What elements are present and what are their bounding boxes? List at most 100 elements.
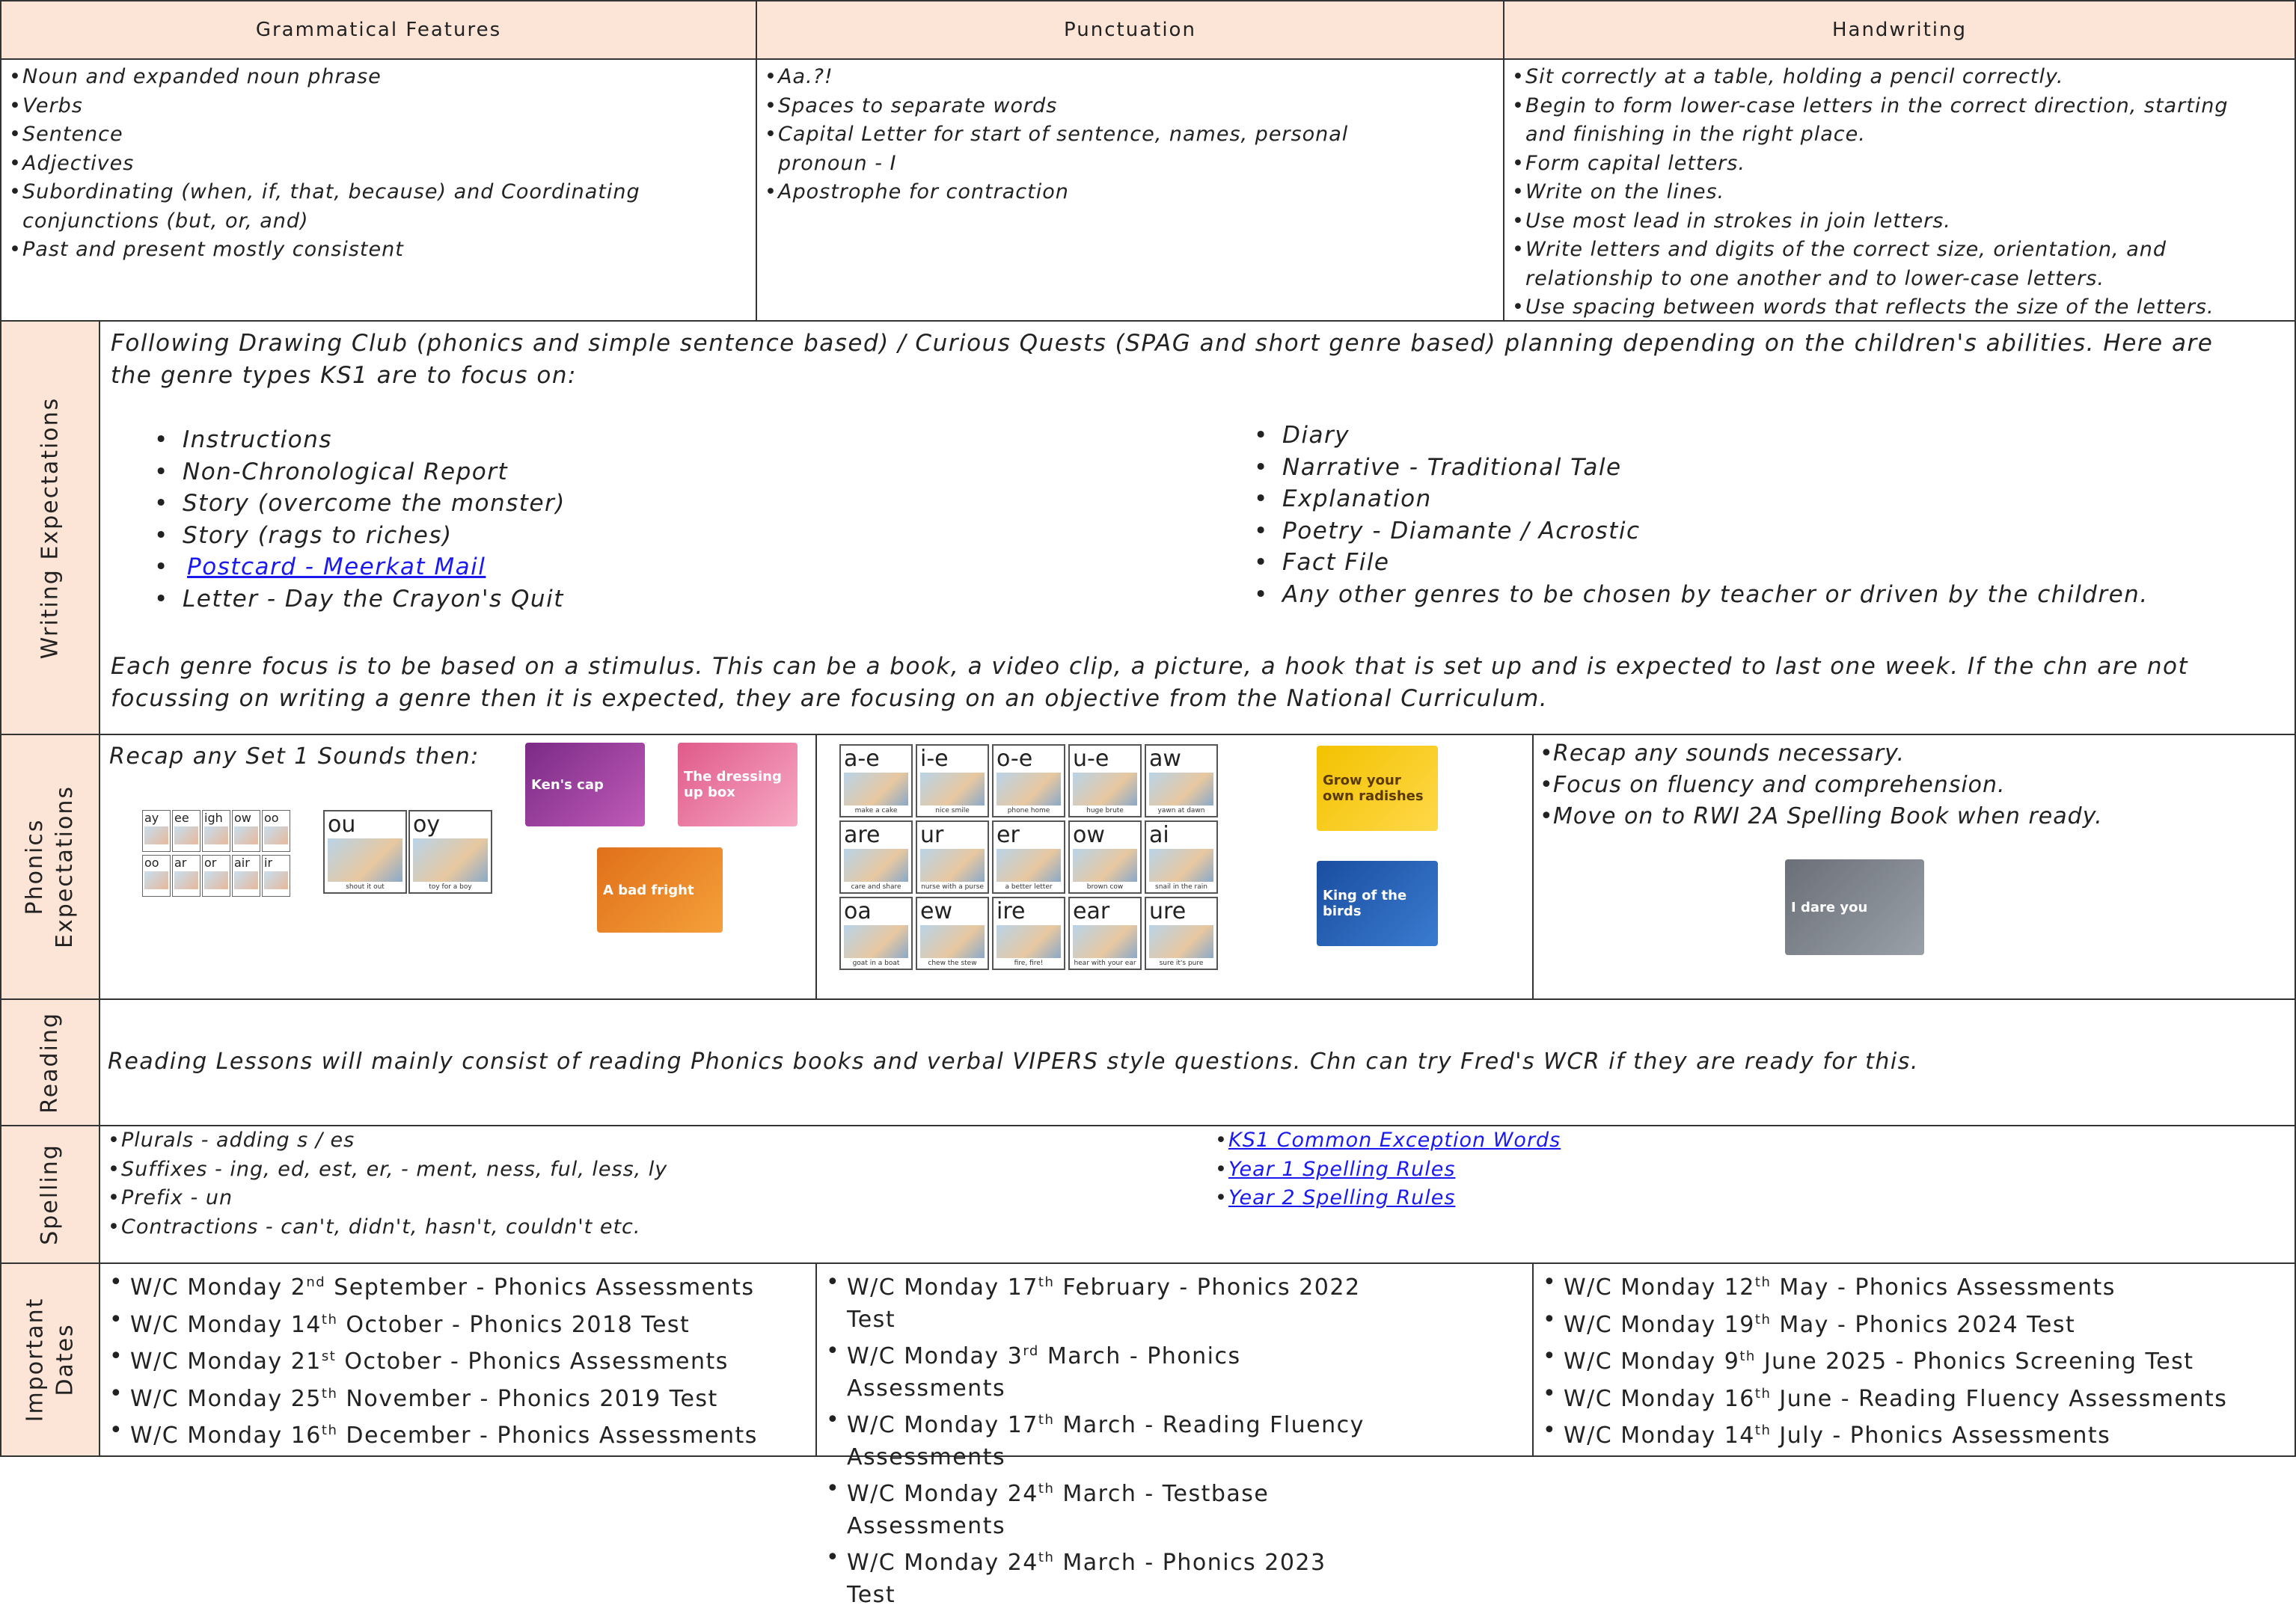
sound-picture <box>1073 849 1137 882</box>
mini-sound-card: ow <box>232 810 260 852</box>
genre-list-right: Diary Narrative - Traditional Tale Expla… <box>1210 420 2149 615</box>
phonics-recap: Recap any Set 1 Sounds then: <box>109 743 480 770</box>
sound-card: ear hear with your ear <box>1068 897 1142 970</box>
sound-caption: huge brute <box>1086 807 1124 814</box>
sound-label: air <box>234 856 250 870</box>
sound-picture <box>997 849 1061 882</box>
sound-card: a-e make a cake <box>839 744 913 817</box>
sound-caption: nurse with a purse <box>921 883 984 891</box>
list-item: Spaces to separate words <box>763 92 1407 121</box>
sound-picture <box>920 925 985 958</box>
date-item: W/C Monday 16th December - Phonics Asses… <box>100 1415 815 1452</box>
list-item: Postcard - Meerkat Mail <box>111 551 1210 583</box>
date-item: W/C Monday 17th February - Phonics 2022 … <box>817 1267 1383 1336</box>
book-cover-i-dare-you: I dare you <box>1785 859 1924 955</box>
header-grammar-label: Grammatical Features <box>255 19 502 41</box>
header-grammar: Grammatical Features <box>0 0 757 60</box>
reading-cell: Reading Lessons will mainly consist of r… <box>99 998 2296 1126</box>
phonics-set1-cell: Recap any Set 1 Sounds then: ay ee igh ow oo… <box>99 734 817 1000</box>
sound-label: ay <box>144 811 159 825</box>
sound-picture <box>144 826 168 844</box>
sound-label: ear <box>1073 898 1110 924</box>
ordinal-suffix: rd <box>1023 1343 1039 1359</box>
sound-picture <box>1073 925 1137 958</box>
sound-caption: shout it out <box>346 883 385 891</box>
writing-intro: Following Drawing Club (phonics and simp… <box>111 330 2214 389</box>
list-item: Write on the lines. <box>1510 178 2274 207</box>
list-item: Move on to RWI 2A Spelling Book when rea… <box>1538 801 2290 832</box>
list-item: Year 2 Spelling Rules <box>1213 1184 1561 1213</box>
phonics-next-cell: Recap any sounds necessary. Focus on flu… <box>1532 734 2296 1000</box>
book-title: Ken's cap <box>531 776 604 793</box>
side-label-dates-line1: Important <box>22 1297 49 1423</box>
handwriting-cell: Sit correctly at a table, holding a penc… <box>1503 58 2296 322</box>
list-item: Use most lead in strokes in join letters… <box>1510 207 2274 236</box>
dates-col2-cell: W/C Monday 17th February - Phonics 2022 … <box>815 1262 1534 1608</box>
sound-card: u-e huge brute <box>1068 744 1142 817</box>
list-item: Use spacing between words that reflects … <box>1510 293 2274 322</box>
postcard-genre-link[interactable]: Postcard - Meerkat Mail <box>187 553 486 580</box>
side-label-dates-line2: Dates <box>52 1323 79 1396</box>
sound-caption: hear with your ear <box>1074 960 1136 967</box>
writing-footer: Each genre focus is to be based on a sti… <box>111 653 2189 712</box>
side-label-spelling-text: Spelling <box>37 1144 64 1245</box>
sound-card: ai snail in the rain <box>1145 820 1218 894</box>
list-item: Begin to form lower-case letters in the … <box>1510 92 2274 150</box>
date-item: W/C Monday 14th July - Phonics Assessmen… <box>1534 1415 2295 1452</box>
sound-caption: make a cake <box>854 807 898 814</box>
sound-card: aw yawn at dawn <box>1145 744 1218 817</box>
ks1-common-exception-words-link[interactable]: KS1 Common Exception Words <box>1228 1129 1561 1152</box>
list-item: Prefix - un <box>106 1184 1213 1213</box>
spelling-rules-list: Plurals - adding s / es Suffixes - ing, … <box>106 1126 1213 1242</box>
sound-picture <box>264 826 288 844</box>
book-cover-dressing-up-box: The dressing up box <box>678 743 798 826</box>
sound-picture <box>204 826 228 844</box>
sound-caption: yawn at dawn <box>1157 807 1205 814</box>
date-item: W/C Monday 14th October - Phonics 2018 T… <box>100 1304 815 1342</box>
side-label-phonics-line2: Expectations <box>52 785 79 948</box>
sound-caption: brown cow <box>1086 883 1124 891</box>
date-item: W/C Monday 25th November - Phonics 2019 … <box>100 1378 815 1416</box>
writing-cell: Following Drawing Club (phonics and simp… <box>99 320 2296 735</box>
phonics-next-list: Recap any sounds necessary. Focus on flu… <box>1538 738 2290 832</box>
ordinal-suffix: th <box>1754 1274 1772 1290</box>
list-item: Explanation <box>1210 483 2149 515</box>
header-handwriting-label: Handwriting <box>1831 19 1968 41</box>
sound-caption: sure it's pure <box>1159 960 1204 967</box>
sound-label: ee <box>174 811 189 825</box>
sound-caption: care and share <box>851 883 901 891</box>
sound-caption: goat in a boat <box>852 960 900 967</box>
sound-picture <box>1073 773 1137 806</box>
sound-caption: a better letter <box>1005 883 1053 891</box>
list-item: Noun and expanded noun phrase <box>7 63 750 92</box>
dates-col1-cell: W/C Monday 2nd September - Phonics Asses… <box>99 1262 817 1457</box>
side-label-spelling: Spelling <box>0 1125 100 1264</box>
ordinal-suffix: th <box>1754 1311 1772 1328</box>
sound-picture <box>413 838 488 882</box>
side-label-reading: Reading <box>0 998 100 1126</box>
list-item: Form capital letters. <box>1510 150 2274 179</box>
book-cover-king-of-birds: King of the birds <box>1317 861 1438 946</box>
sound-picture <box>844 773 908 806</box>
list-item: Apostrophe for contraction <box>763 178 1407 207</box>
date-item: W/C Monday 24th March - Testbase Assessm… <box>817 1473 1383 1542</box>
side-label-phonics-text: Phonics Expectations <box>20 785 80 948</box>
list-item: Subordinating (when, if, that, because) … <box>7 178 750 236</box>
ordinal-suffix: th <box>1038 1481 1055 1497</box>
list-item: Letter - Day the Crayon's Quit <box>111 583 1210 616</box>
ordinal-suffix: th <box>321 1385 338 1402</box>
list-item: Focus on fluency and comprehension. <box>1538 770 2290 801</box>
year2-spelling-rules-link[interactable]: Year 2 Spelling Rules <box>1228 1186 1455 1209</box>
sound-picture <box>174 871 198 889</box>
sound-label: a-e <box>844 746 880 772</box>
sound-label: er <box>997 822 1020 848</box>
list-item: Story (overcome the monster) <box>111 488 1210 520</box>
sound-picture <box>264 871 288 889</box>
sound-label: or <box>204 856 217 870</box>
grammar-list: Noun and expanded noun phrase Verbs Sent… <box>7 63 750 265</box>
date-item: W/C Monday 19th May - Phonics 2024 Test <box>1534 1304 2295 1342</box>
year1-spelling-rules-link[interactable]: Year 1 Spelling Rules <box>1228 1158 1455 1181</box>
list-item: Year 1 Spelling Rules <box>1213 1156 1561 1185</box>
sound-card: are care and share <box>839 820 913 894</box>
mini-sound-card: ee <box>172 810 200 852</box>
